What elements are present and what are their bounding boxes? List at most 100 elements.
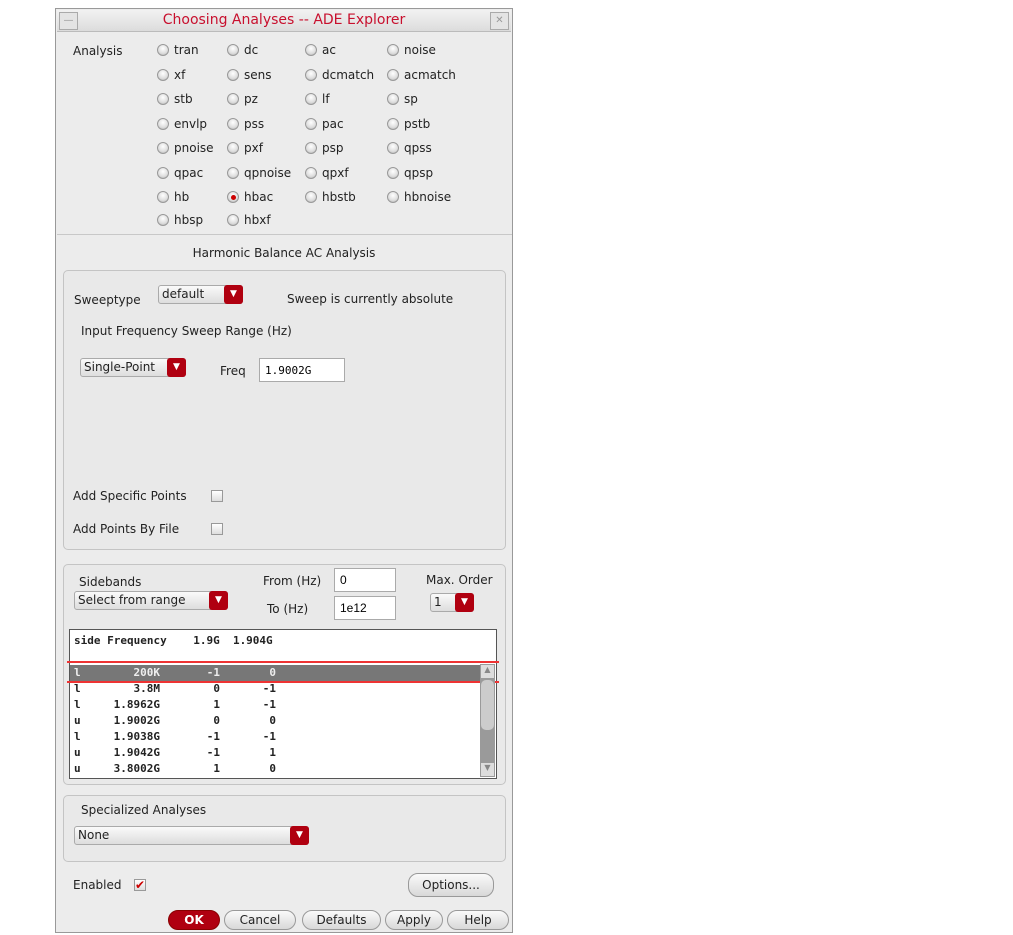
radio-button[interactable] bbox=[305, 167, 317, 179]
max-order-value: 1 bbox=[434, 595, 442, 609]
table-row[interactable]: l 1.9038G -1 -1 bbox=[70, 729, 480, 745]
radio-button[interactable] bbox=[227, 167, 239, 179]
radio-label: hbsp bbox=[174, 213, 204, 227]
scroll-down-icon[interactable]: ▼ bbox=[481, 763, 494, 776]
from-label: From (Hz) bbox=[263, 574, 322, 588]
radio-button[interactable] bbox=[227, 191, 239, 203]
cancel-button[interactable]: Cancel bbox=[224, 910, 296, 930]
cell-a: -1 bbox=[206, 746, 220, 759]
sweeptype-dropdown[interactable]: default ▼ bbox=[158, 285, 243, 304]
radio-label: qpac bbox=[174, 166, 204, 180]
chevron-down-icon: ▼ bbox=[167, 358, 186, 377]
radio-button[interactable] bbox=[387, 44, 399, 56]
radio-button[interactable] bbox=[387, 118, 399, 130]
max-order-dropdown[interactable]: 1 ▼ bbox=[430, 593, 474, 612]
radio-button[interactable] bbox=[227, 69, 239, 81]
radio-label: xf bbox=[174, 68, 186, 82]
radio-button[interactable] bbox=[157, 44, 169, 56]
defaults-button[interactable]: Defaults bbox=[302, 910, 381, 930]
radio-label: qpnoise bbox=[244, 166, 292, 180]
help-button[interactable]: Help bbox=[447, 910, 509, 930]
cell-freq: 1.8962G bbox=[113, 698, 160, 711]
radio-button[interactable] bbox=[305, 191, 317, 203]
radio-button[interactable] bbox=[387, 191, 399, 203]
table-row[interactable]: u 1.9042G -1 1 bbox=[70, 745, 480, 761]
specialized-analyses-label: Specialized Analyses bbox=[81, 803, 207, 817]
cell-b: 0 bbox=[269, 666, 276, 679]
sidebands-label: Sidebands bbox=[79, 575, 142, 589]
specialized-analyses-dropdown[interactable]: None ▼ bbox=[74, 826, 309, 845]
radio-button[interactable] bbox=[387, 167, 399, 179]
table-row[interactable]: l 3.8M 0 -1 bbox=[70, 681, 480, 697]
sideband-table[interactable]: side Frequency 1.9G 1.904G l 200K -1 0 l 3.8M… bbox=[67, 629, 499, 779]
radio-button[interactable] bbox=[227, 44, 239, 56]
enabled-checkbox[interactable]: ✔ bbox=[134, 879, 146, 891]
radio-button[interactable] bbox=[157, 118, 169, 130]
radio-button[interactable] bbox=[157, 93, 169, 105]
cell-a: 0 bbox=[213, 714, 220, 727]
radio-label: noise bbox=[404, 43, 436, 57]
add-points-by-file-checkbox[interactable] bbox=[211, 523, 223, 535]
add-specific-points-checkbox[interactable] bbox=[211, 490, 223, 502]
sweep-range-dropdown[interactable]: Single-Point ▼ bbox=[80, 358, 186, 377]
options-button[interactable]: Options... bbox=[408, 873, 494, 897]
radio-label: sp bbox=[404, 92, 418, 106]
chevron-down-icon: ▼ bbox=[224, 285, 243, 304]
apply-button[interactable]: Apply bbox=[385, 910, 443, 930]
to-input[interactable] bbox=[334, 596, 396, 620]
table-row[interactable]: l 200K -1 0 bbox=[70, 665, 480, 681]
radio-button[interactable] bbox=[305, 93, 317, 105]
cell-b: 0 bbox=[269, 762, 276, 775]
title-bar[interactable]: — Choosing Analyses -- ADE Explorer ✕ bbox=[57, 10, 511, 32]
radio-button[interactable] bbox=[387, 69, 399, 81]
radio-label: acmatch bbox=[404, 68, 456, 82]
cell-side: l bbox=[74, 682, 81, 695]
radio-button[interactable] bbox=[305, 69, 317, 81]
cell-a: -1 bbox=[206, 666, 220, 679]
sidebands-group: Sidebands Select from range ▼ From (Hz) T… bbox=[63, 564, 506, 785]
radio-button[interactable] bbox=[157, 142, 169, 154]
radio-button[interactable] bbox=[157, 214, 169, 226]
close-icon[interactable]: ✕ bbox=[490, 12, 509, 30]
radio-button[interactable] bbox=[227, 142, 239, 154]
max-order-label: Max. Order bbox=[426, 573, 493, 587]
scrollbar[interactable]: ▲ ▼ bbox=[480, 664, 495, 777]
sweep-range-label: Input Frequency Sweep Range (Hz) bbox=[81, 324, 292, 338]
table-row[interactable]: l 1.8962G 1 -1 bbox=[70, 697, 480, 713]
to-label: To (Hz) bbox=[267, 602, 309, 616]
cell-freq: 200K bbox=[133, 666, 161, 679]
sweeptype-value: default bbox=[162, 287, 205, 301]
from-input[interactable] bbox=[334, 568, 396, 592]
radio-button[interactable] bbox=[157, 191, 169, 203]
cell-freq: 1.9002G bbox=[113, 714, 160, 727]
ok-button[interactable]: OK bbox=[168, 910, 220, 930]
radio-button[interactable] bbox=[157, 69, 169, 81]
chevron-down-icon: ▼ bbox=[209, 591, 228, 610]
radio-label: qpss bbox=[404, 141, 432, 155]
radio-label: pss bbox=[244, 117, 265, 131]
chevron-down-icon: ▼ bbox=[290, 826, 309, 845]
radio-button[interactable] bbox=[305, 44, 317, 56]
table-row[interactable]: u 3.8002G 1 0 bbox=[70, 761, 480, 777]
table-row[interactable]: u 1.9002G 0 0 bbox=[70, 713, 480, 729]
radio-button[interactable] bbox=[157, 167, 169, 179]
radio-button[interactable] bbox=[227, 118, 239, 130]
cell-freq: 3.8002G bbox=[113, 762, 160, 775]
scroll-thumb[interactable] bbox=[481, 680, 494, 730]
radio-button[interactable] bbox=[227, 214, 239, 226]
freq-input[interactable] bbox=[259, 358, 345, 382]
radio-label: pac bbox=[322, 117, 344, 131]
radio-label: pxf bbox=[244, 141, 263, 155]
radio-label: hbnoise bbox=[404, 190, 452, 204]
sidebands-mode-dropdown[interactable]: Select from range ▼ bbox=[74, 591, 228, 610]
radio-label: pnoise bbox=[174, 141, 214, 155]
radio-button[interactable] bbox=[387, 93, 399, 105]
radio-button[interactable] bbox=[305, 142, 317, 154]
scroll-up-icon[interactable]: ▲ bbox=[481, 665, 494, 678]
enabled-label: Enabled bbox=[73, 878, 122, 892]
radio-button[interactable] bbox=[305, 118, 317, 130]
radio-button[interactable] bbox=[227, 93, 239, 105]
cell-side: l bbox=[74, 730, 81, 743]
radio-button[interactable] bbox=[387, 142, 399, 154]
add-specific-points-label: Add Specific Points bbox=[73, 489, 187, 503]
